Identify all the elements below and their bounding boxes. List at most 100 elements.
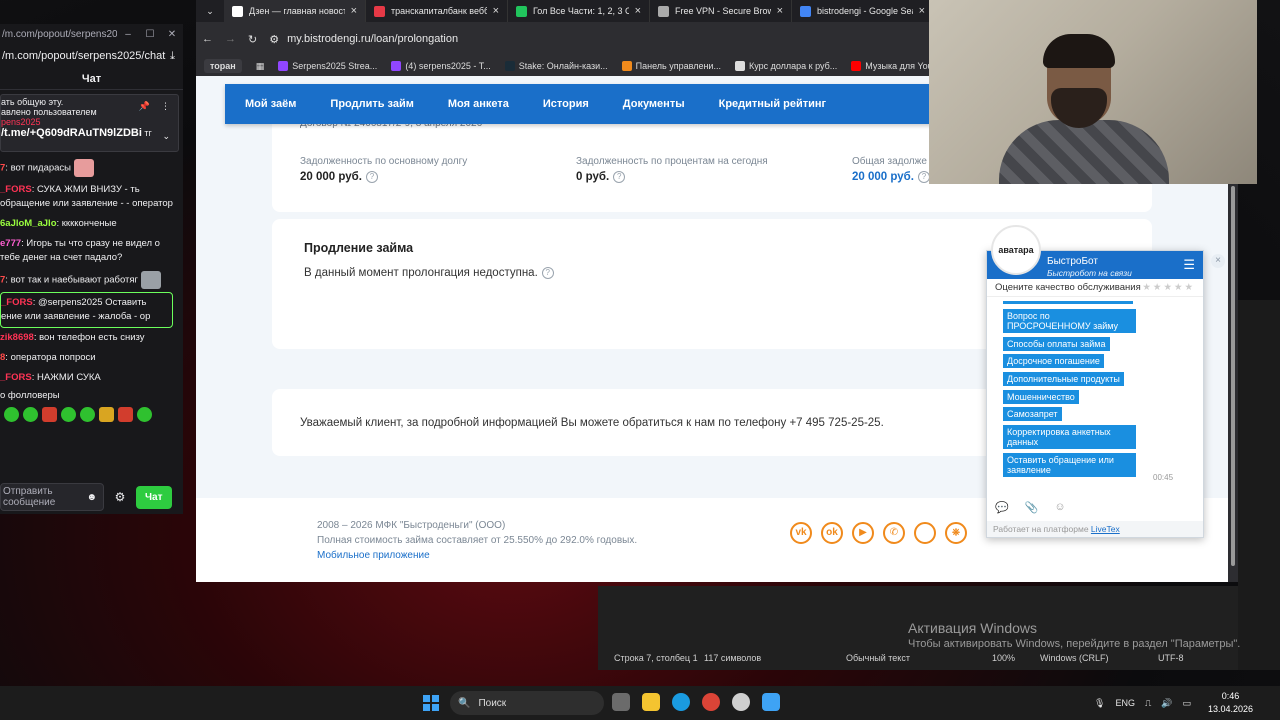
option-fraud[interactable]: Мошенничество: [1003, 390, 1079, 404]
chrome-icon[interactable]: [702, 693, 720, 711]
taskbar-search[interactable]: 🔍 Поиск: [450, 691, 604, 715]
chat-send-button[interactable]: Чат: [136, 485, 172, 509]
android-icon[interactable]: ⎈: [945, 522, 967, 544]
emote-icon[interactable]: [61, 407, 76, 422]
menu-icon[interactable]: ☰: [1183, 257, 1195, 273]
tab-close-icon[interactable]: ×: [919, 5, 925, 17]
help-icon[interactable]: ?: [613, 171, 626, 183]
pin-icon[interactable]: 📌: [139, 101, 150, 112]
nav-extend-loan[interactable]: Продлить займ: [330, 98, 413, 110]
notepad-icon[interactable]: [762, 693, 780, 711]
webcam-overlay: [929, 0, 1257, 184]
rating-stars-icon[interactable]: ★★★★★: [1142, 282, 1195, 293]
odnoklassniki-icon[interactable]: ok: [821, 522, 843, 544]
apple-icon[interactable]: [914, 522, 936, 544]
file-explorer-icon[interactable]: [642, 693, 660, 711]
edge-icon[interactable]: [672, 693, 690, 711]
battery-icon[interactable]: ▭: [1182, 698, 1191, 709]
widget-close-icon[interactable]: ×: [1211, 254, 1225, 268]
chat-address[interactable]: /m.com/popout/serpens2025/chat: [2, 50, 165, 62]
option-leave-request[interactable]: Оставить обращение или заявление: [1003, 453, 1136, 477]
browser-tab[interactable]: Дзен — главная новост ×: [224, 0, 366, 22]
chevron-down-icon[interactable]: ⌄: [162, 131, 170, 142]
youtube-icon[interactable]: ▶: [852, 522, 874, 544]
emote-icon[interactable]: [23, 407, 38, 422]
emote-icon[interactable]: [99, 407, 114, 422]
chat-bubble-icon[interactable]: 💬: [995, 501, 1009, 514]
network-icon[interactable]: ⎍: [1145, 698, 1151, 709]
option-button-clipped[interactable]: [1003, 301, 1133, 304]
keyboard-language[interactable]: ENG: [1115, 698, 1135, 708]
pinned-link[interactable]: /t.me/+Q609dRAuTN9lZDBi: [1, 127, 142, 139]
chat-username[interactable]: e777: [0, 238, 21, 249]
tab-list-icon[interactable]: ⌄: [196, 0, 224, 22]
apps-grid-icon[interactable]: ▦: [256, 61, 265, 72]
bookmark[interactable]: торан: [204, 59, 242, 73]
nav-my-loan[interactable]: Мой заём: [245, 98, 296, 110]
windows-start-icon[interactable]: [423, 695, 439, 711]
bookmark[interactable]: (4) serpens2025 - T...: [391, 61, 491, 71]
nav-documents[interactable]: Документы: [623, 98, 685, 110]
bookmark[interactable]: Панель управлени...: [621, 61, 721, 71]
attach-icon[interactable]: 📎: [1025, 501, 1039, 514]
browser-tab[interactable]: транскапиталбанк вебб ×: [366, 0, 508, 22]
option-payment-methods[interactable]: Способы оплаты займа: [1003, 337, 1110, 351]
browser-tab[interactable]: Гол Все Части: 1, 2, 3 Сп ×: [508, 0, 650, 22]
emote-icon[interactable]: [42, 407, 57, 422]
chat-username[interactable]: 6aJloM_aJlo: [0, 218, 57, 229]
emote-icon[interactable]: [80, 407, 95, 422]
help-icon[interactable]: ?: [541, 267, 554, 279]
help-icon[interactable]: ?: [365, 171, 378, 183]
bookmark[interactable]: Курс доллара к руб...: [734, 61, 837, 71]
emote-icon[interactable]: [137, 407, 152, 422]
minimize-icon[interactable]: –: [117, 29, 139, 40]
pinned-message[interactable]: ать общую эту. авлено пользователем pens…: [0, 94, 179, 152]
forward-icon[interactable]: →: [225, 33, 236, 45]
reload-icon[interactable]: ↻: [248, 33, 257, 46]
download-icon[interactable]: ⤓: [170, 50, 175, 63]
option-profile-correction[interactable]: Корректировка анкетных данных: [1003, 425, 1136, 449]
scrollbar-thumb[interactable]: [1231, 186, 1235, 566]
option-overdue-loan[interactable]: Вопрос по ПРОСРОЧЕННОМУ займу: [1003, 309, 1136, 333]
livetex-link[interactable]: LiveTex: [1091, 524, 1120, 534]
gear-icon[interactable]: ⚙: [110, 490, 130, 504]
volume-icon[interactable]: 🔊: [1161, 698, 1172, 709]
smile-icon[interactable]: ☺: [1054, 501, 1065, 513]
bookmark[interactable]: Serpens2025 Strea...: [278, 61, 377, 71]
browser-tab[interactable]: bistrodengi - Google Sea ×: [792, 0, 934, 22]
site-info-icon[interactable]: ⚙: [269, 33, 279, 46]
option-early-repayment[interactable]: Досрочное погашение: [1003, 354, 1104, 368]
close-icon[interactable]: ✕: [161, 29, 183, 40]
option-additional-products[interactable]: Дополнительные продукты: [1003, 372, 1124, 386]
nav-credit-rating[interactable]: Кредитный рейтинг: [719, 98, 827, 110]
maximize-icon[interactable]: ☐: [139, 29, 161, 40]
tab-close-icon[interactable]: ×: [493, 5, 499, 17]
viber-icon[interactable]: ✆: [883, 522, 905, 544]
chat-username[interactable]: zik8698: [0, 332, 34, 343]
bookmark[interactable]: Stake: Онлайн-кази...: [504, 61, 608, 71]
chat-username[interactable]: _FORS: [1, 297, 33, 308]
settings-icon[interactable]: [732, 693, 750, 711]
more-icon[interactable]: ⋮: [161, 101, 170, 112]
chat-username[interactable]: _FORS: [0, 184, 32, 195]
vk-icon[interactable]: vk: [790, 522, 812, 544]
option-self-ban[interactable]: Самозапрет: [1003, 407, 1062, 421]
tab-close-icon[interactable]: ×: [777, 5, 783, 17]
mobile-app-link[interactable]: Мобильное приложение: [317, 550, 430, 561]
emoji-icon[interactable]: ☻: [86, 492, 97, 503]
back-icon[interactable]: ←: [202, 33, 213, 45]
microphone-icon[interactable]: 🎙: [1094, 698, 1105, 709]
nav-history[interactable]: История: [543, 98, 589, 110]
tab-close-icon[interactable]: ×: [635, 5, 641, 17]
pinned-suffix: тг: [144, 128, 152, 138]
chat-username[interactable]: _FORS: [0, 372, 32, 383]
browser-tab[interactable]: Free VPN - Secure Brows ×: [650, 0, 792, 22]
chat-message-input[interactable]: Отправить сообщение ☻: [0, 483, 104, 511]
emote-icon[interactable]: [118, 407, 133, 422]
emote-icon[interactable]: [4, 407, 19, 422]
address-bar[interactable]: ⚙ my.bistrodengi.ru/loan/prolongation: [269, 33, 458, 46]
task-view-icon[interactable]: [612, 693, 630, 711]
tab-close-icon[interactable]: ×: [351, 5, 357, 17]
nav-my-profile[interactable]: Моя анкета: [448, 98, 509, 110]
taskbar-clock[interactable]: 0:46 13.04.2026: [1208, 690, 1253, 716]
